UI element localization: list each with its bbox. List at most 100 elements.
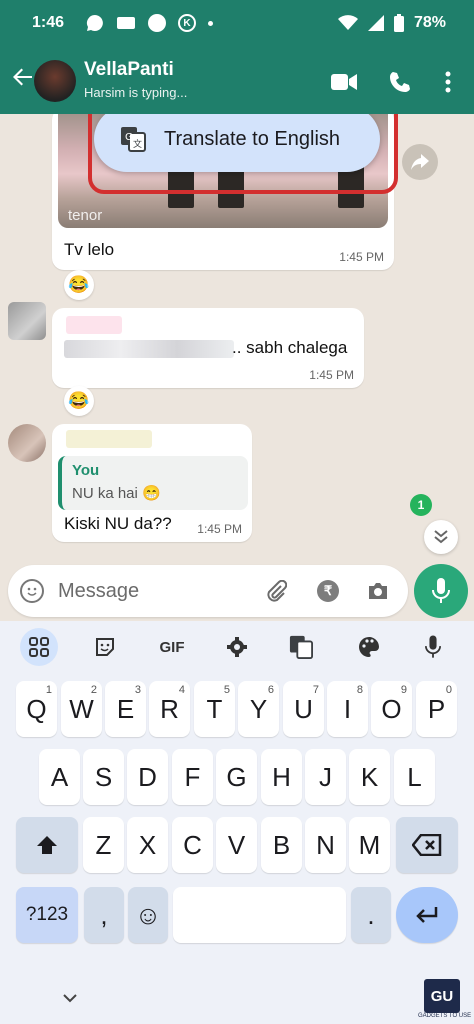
key-r[interactable]: R4 [149,681,190,737]
video-call-icon[interactable] [330,68,358,96]
hide-keyboard-icon[interactable] [62,987,78,1008]
soft-keyboard: GIF Q1 W2 E3 R4 T5 Y6 U7 I8 O9 P0 A S D … [0,621,474,1024]
key-hint: 0 [445,684,452,696]
key-v[interactable]: V [216,817,257,873]
quoted-text: NU ka hai 😁 [72,485,161,502]
key-g[interactable]: G [216,749,257,805]
key-c[interactable]: C [172,817,213,873]
settings-gear-icon[interactable] [218,628,256,666]
key-hint: 4 [178,684,185,696]
voice-message-button[interactable] [414,564,468,618]
key-n[interactable]: N [305,817,346,873]
key-a[interactable]: A [39,749,80,805]
notification-icons: K [86,14,213,32]
reaction-emoji[interactable]: 😂 [64,270,94,300]
gadgets-to-use-tagline: GADGETS TO USE [418,1013,472,1019]
key-hint: 2 [90,684,97,696]
message-bubble-reply[interactable]: You NU ka hai 😁 Kiski NU da?? 1:45 PM [52,424,252,542]
sender-name-blurred [66,316,122,334]
gadgets-to-use-logo: GU [424,979,460,1013]
emoji-icon[interactable] [20,579,44,603]
key-hint: 6 [267,684,274,696]
key-z[interactable]: Z [83,817,124,873]
enter-key[interactable] [396,887,458,943]
k-app-icon: K [178,14,196,32]
sticker-icon[interactable] [86,628,124,666]
battery-icon [393,14,404,32]
backspace-icon [412,834,442,856]
attach-icon[interactable] [264,579,288,603]
emoji-smiley-icon: ☺ [134,899,162,930]
message-bubble[interactable]: .. sabh chalega 1:45 PM [52,308,364,388]
sender-avatar[interactable] [8,424,46,462]
key-label: P [427,693,446,724]
key-k[interactable]: K [349,749,390,805]
key-j[interactable]: J [305,749,346,805]
microphone-icon [432,578,450,603]
message-time: 1:45 PM [197,522,242,536]
quoted-message[interactable]: You NU ka hai 😁 [58,456,248,510]
voice-typing-icon[interactable] [414,628,452,666]
key-u[interactable]: U7 [283,681,324,737]
gif-watermark: tenor [68,207,103,224]
apps-grid-icon[interactable] [20,628,58,666]
theme-palette-icon[interactable] [350,628,388,666]
key-p[interactable]: P0 [416,681,457,737]
space-bar[interactable] [173,887,346,943]
message-text: .. sabh chalega [232,338,348,357]
gif-button[interactable]: GIF [150,628,194,666]
backspace-key[interactable] [396,817,458,873]
whatsapp-notification-icon [86,14,103,31]
more-options-icon[interactable] [434,68,462,96]
group-avatar[interactable] [34,60,76,102]
message-input[interactable]: Message ₹ [8,565,408,617]
voice-call-icon[interactable] [386,68,414,96]
key-o[interactable]: O9 [371,681,412,737]
symbols-key[interactable]: ?123 [16,887,78,943]
chat-title[interactable]: VellaPanti [84,59,174,81]
message-time: 1:45 PM [339,250,384,264]
translate-icon[interactable] [282,628,320,666]
message-text-blurred [64,340,234,358]
key-i[interactable]: I8 [327,681,368,737]
highlight-annotation [88,114,398,194]
reaction-emoji[interactable]: 😂 [64,386,94,416]
key-y[interactable]: Y6 [238,681,279,737]
period-key[interactable]: . [351,887,391,943]
key-hint: 3 [134,684,141,696]
key-q[interactable]: Q1 [16,681,57,737]
app-header: 1:46 K 78% VellaPanti Harsim is typing..… [0,0,474,114]
more-notifications-icon [208,20,213,26]
key-label: U [294,693,313,724]
key-t[interactable]: T5 [194,681,235,737]
key-s[interactable]: S [83,749,124,805]
key-hint: 9 [400,684,407,696]
key-f[interactable]: F [172,749,213,805]
key-w[interactable]: W2 [61,681,102,737]
key-hint: 1 [45,684,52,696]
key-e[interactable]: E3 [105,681,146,737]
key-label: I [343,693,352,724]
payment-icon[interactable]: ₹ [316,579,340,603]
key-h[interactable]: H [261,749,302,805]
emoji-key[interactable]: ☺ [128,887,168,943]
scroll-down-icon[interactable] [424,520,458,554]
key-hint: 8 [356,684,363,696]
rupee-symbol: ₹ [317,580,339,602]
sender-avatar[interactable] [8,302,46,340]
key-hint: 5 [223,684,230,696]
key-x[interactable]: X [127,817,168,873]
shift-key[interactable] [16,817,78,873]
camera-icon[interactable] [366,579,390,603]
system-icons: 78% [337,14,446,32]
chat-header: VellaPanti Harsim is typing... [0,52,474,112]
key-label: E [116,693,135,724]
message-text: Tv lelo [64,240,115,259]
key-d[interactable]: D [127,749,168,805]
key-l[interactable]: L [394,749,435,805]
key-b[interactable]: B [261,817,302,873]
key-m[interactable]: M [349,817,390,873]
comma-key[interactable]: , [84,887,124,943]
forward-icon[interactable] [402,144,438,180]
chat-messages[interactable]: tenor Tv lelo 1:45 PM 😂 .. sabh chalega … [0,114,474,561]
